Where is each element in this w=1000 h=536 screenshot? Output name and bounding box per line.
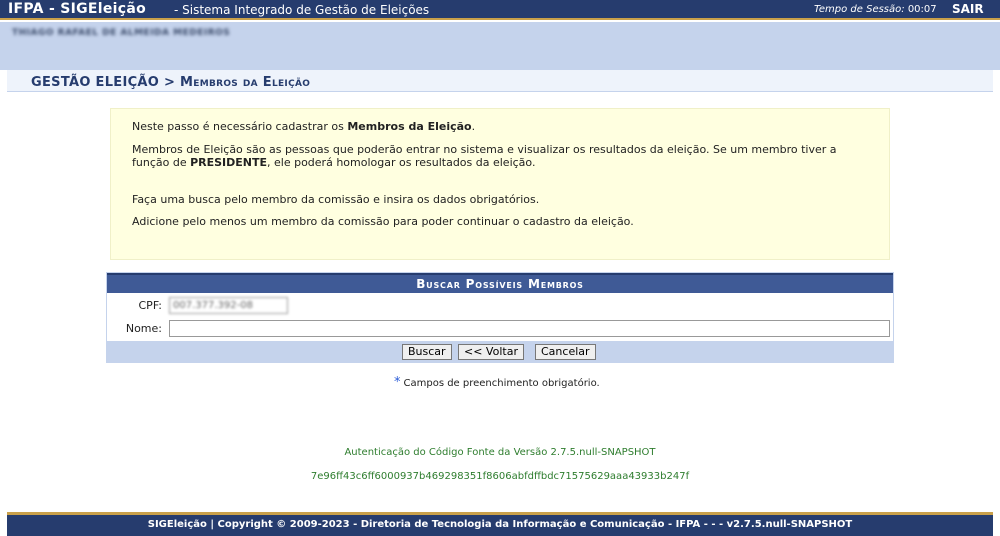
source-auth-hash: 7e96ff43c6ff6000937b469298351f8606abfdff… [310,471,690,482]
name-label: Nome: [125,322,162,335]
top-header-bar: IFPA - SIGEleição - Sistema Integrado de… [0,0,1000,20]
info-line-4: Adicione pelo menos um membro da comissã… [132,215,634,228]
cancel-button[interactable]: Cancelar [535,344,596,360]
name-row: Nome: [107,318,893,340]
user-name: THIAGO RAFAEL DE ALMEIDA MEDEIROS [12,28,231,38]
info-line-3: Faça uma busca pelo membro da comissão e… [132,193,540,206]
cpf-label: CPF: [138,299,163,312]
source-auth-line: Autenticação do Código Fonte da Versão 2… [344,447,656,458]
breadcrumb-bar: GESTÃO ELEIÇÃO > Membros da Eleição [7,70,993,92]
cpf-input[interactable] [169,297,288,314]
info-line-1-text: Neste passo é necessário cadastrar os [132,120,348,133]
app-brand: IFPA - SIGEleição [8,1,147,17]
breadcrumb-current: Membros da Eleição [180,75,311,90]
main-content: GESTÃO ELEIÇÃO > Membros da Eleição Nest… [7,70,993,512]
info-line-2: Membros de Eleição são as pessoas que po… [132,143,872,169]
session-timer: Tempo de Sessão: 00:07 [814,4,937,15]
info-line-2-end: , ele poderá homologar os resultados da … [267,156,536,169]
page-footer: SIGEleição | Copyright © 2009-2023 - Dir… [7,512,993,536]
user-info-band: THIAGO RAFAEL DE ALMEIDA MEDEIROS [0,22,1000,70]
breadcrumb-separator: > [163,75,176,90]
breadcrumb-root: GESTÃO ELEIÇÃO [31,75,160,90]
info-line-2-bold: PRESIDENTE [190,156,268,169]
name-input[interactable] [169,320,890,337]
required-note-text: Campos de preenchimento obrigatório. [403,378,600,389]
search-button-bar: Buscar << Voltar Cancelar [107,341,893,363]
required-fields-note: * Campos de preenchimento obrigatório. [394,375,600,390]
logout-link[interactable]: SAIR [952,2,984,16]
cpf-row: CPF: [107,295,893,317]
app-subtitle: - Sistema Integrado de Gestão de Eleiçõe… [174,3,430,17]
session-time: 00:07 [907,4,937,15]
info-line-1-bold: Membros da Eleição [347,120,472,133]
back-button[interactable]: << Voltar [458,344,524,360]
info-line-1: Neste passo é necessário cadastrar os Me… [132,120,872,133]
info-line-1-end: . [471,120,476,133]
search-members-panel: Buscar Possíveis Membros CPF: Nome: Busc… [106,272,894,363]
search-button[interactable]: Buscar [402,344,452,360]
required-star-icon: * [394,375,401,390]
search-panel-title: Buscar Possíveis Membros [107,273,893,293]
breadcrumb: GESTÃO ELEIÇÃO > Membros da Eleição [31,75,310,90]
session-label: Tempo de Sessão: [814,4,905,15]
instructions-box: Neste passo é necessário cadastrar os Me… [110,108,890,260]
